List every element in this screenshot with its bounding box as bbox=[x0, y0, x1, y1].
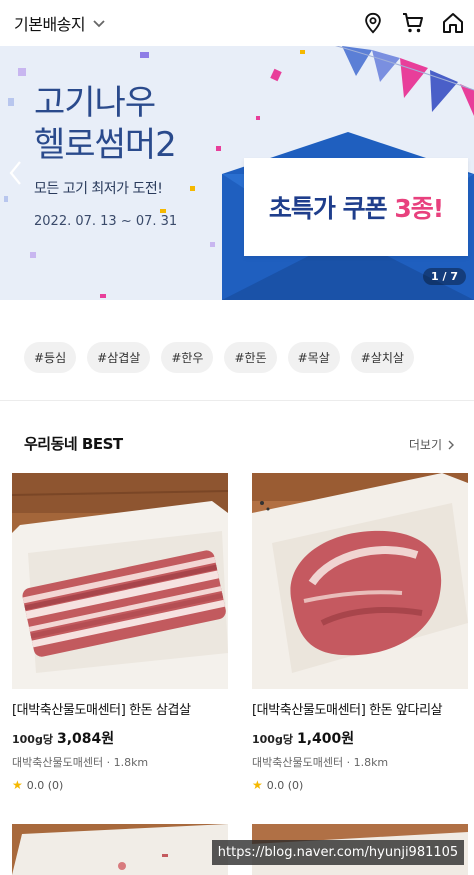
divider bbox=[0, 400, 474, 401]
coupon-text: 초특가 쿠폰 3종! bbox=[268, 189, 444, 225]
tag-list: #등심 #삼겹살 #한우 #한돈 #목살 #살치살 bbox=[24, 342, 414, 373]
product-card[interactable]: [대박축산물도매센터] 한돈 삼겹살 100g당 3,084원 대박축산물도매센… bbox=[12, 473, 228, 792]
location-pin-icon[interactable] bbox=[360, 10, 386, 36]
coupon-main: 초특가 쿠폰 bbox=[268, 194, 395, 223]
chevron-right-icon bbox=[448, 440, 454, 449]
chevron-down-icon bbox=[93, 20, 105, 28]
banner-subtitle: 모든 고기 최저가 도전! bbox=[34, 181, 163, 197]
star-icon: ★ bbox=[12, 778, 23, 792]
rating: ★ 0.0 (0) bbox=[252, 778, 468, 792]
rating-value: 0.0 (0) bbox=[266, 778, 304, 792]
address-label: 기본배송지 bbox=[14, 15, 86, 34]
product-name: [대박축산물도매센터] 한돈 삼겹살 bbox=[12, 703, 191, 718]
rating-value: 0.0 (0) bbox=[26, 778, 64, 792]
product-image bbox=[252, 473, 468, 689]
store-info: 대박축산물도매센터 · 1.8km bbox=[12, 756, 149, 769]
tag-chip[interactable]: #한돈 bbox=[224, 342, 277, 373]
section-title: 우리동네 BEST bbox=[24, 435, 123, 453]
price-unit: 100g당 bbox=[252, 733, 293, 746]
tag-chip[interactable]: #등심 bbox=[24, 342, 77, 373]
tag-chip[interactable]: #한우 bbox=[161, 342, 214, 373]
product-image[interactable] bbox=[12, 824, 228, 875]
star-icon: ★ bbox=[252, 778, 263, 792]
product-price: 1,400원 bbox=[296, 731, 355, 747]
banner-date: 2022. 07. 13 ~ 07. 31 bbox=[34, 214, 178, 229]
banner-title-line1: 고기나우 bbox=[34, 83, 156, 123]
coupon-accent: 3종! bbox=[394, 194, 444, 223]
cart-icon[interactable] bbox=[400, 10, 426, 36]
chevron-left-icon[interactable] bbox=[6, 158, 26, 188]
banner-title: 고기나우 헬로썸머2 bbox=[34, 82, 177, 166]
product-price-row: 100g당 1,400원 bbox=[252, 728, 468, 748]
price-unit: 100g당 bbox=[12, 733, 53, 746]
product-name: [대박축산물도매센터] 한돈 앞다리살 bbox=[252, 703, 443, 718]
product-card[interactable]: [대박축산물도매센터] 한돈 앞다리살 100g당 1,400원 대박축산물도매… bbox=[252, 473, 468, 792]
more-link[interactable]: 더보기 bbox=[409, 436, 456, 453]
product-price-row: 100g당 3,084원 bbox=[12, 728, 228, 748]
header: 기본배송지 bbox=[0, 0, 474, 46]
product-price: 3,084원 bbox=[56, 731, 115, 747]
coupon-card: 초특가 쿠폰 3종! bbox=[244, 158, 468, 256]
product-image bbox=[12, 473, 228, 689]
rating: ★ 0.0 (0) bbox=[12, 778, 228, 792]
tag-chip[interactable]: #삼겹살 bbox=[87, 342, 151, 373]
watermark: https://blog.naver.com/hyunji981105 bbox=[212, 840, 464, 865]
banner-title-line2: 헬로썸머2 bbox=[34, 125, 177, 165]
store-info: 대박축산물도매센터 · 1.8km bbox=[252, 756, 389, 769]
promo-banner[interactable]: 고기나우 헬로썸머2 모든 고기 최저가 도전! 2022. 07. 13 ~ … bbox=[0, 46, 474, 300]
page-indicator: 1 / 7 bbox=[423, 268, 466, 285]
tag-chip[interactable]: #살치살 bbox=[350, 342, 414, 373]
home-icon[interactable] bbox=[440, 10, 466, 36]
tag-chip[interactable]: #목살 bbox=[287, 342, 340, 373]
more-label: 더보기 bbox=[408, 438, 442, 452]
address-selector[interactable]: 기본배송지 bbox=[14, 11, 107, 35]
